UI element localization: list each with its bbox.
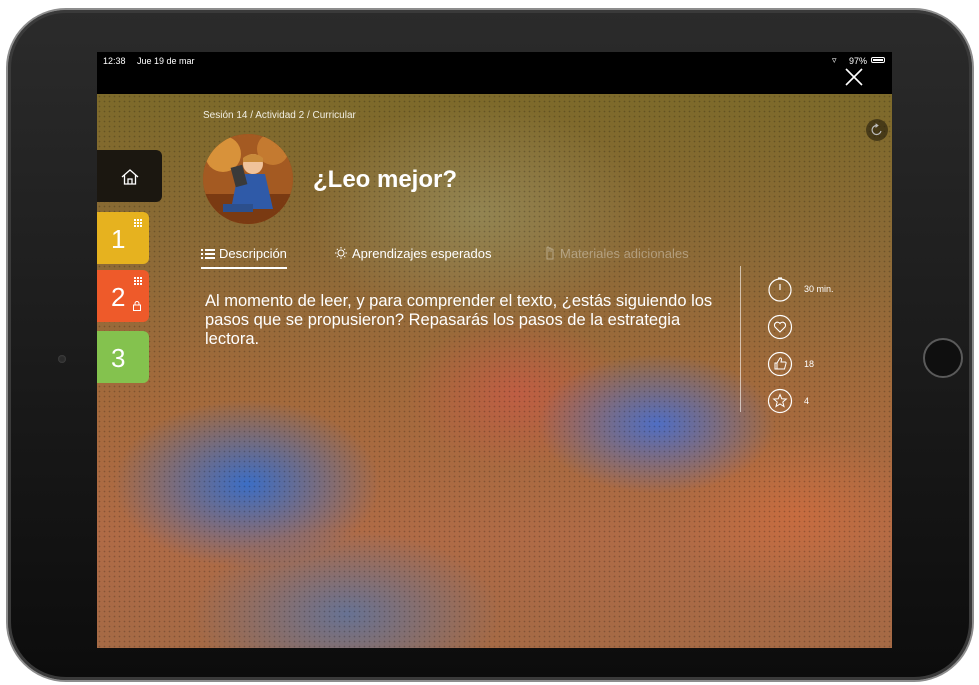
- tab-descripcion[interactable]: Descripción: [201, 246, 287, 269]
- duration-stat: 30 min.: [767, 276, 887, 302]
- status-time: 12:38: [103, 56, 126, 66]
- sidebar-item-label: 3: [111, 343, 126, 373]
- battery-icon: [871, 57, 885, 63]
- activity-thumbnail: [203, 134, 293, 224]
- activity-panel: Sesión 14 / Actividad 2 / Curricular 1 2: [97, 94, 892, 648]
- likes-stat[interactable]: 18: [767, 351, 887, 377]
- heart-icon: [767, 314, 793, 340]
- home-icon: [121, 169, 139, 185]
- tab-aprendizajes[interactable]: Aprendizajes esperados: [334, 246, 491, 261]
- divider: [740, 266, 741, 412]
- stars-count: 4: [804, 396, 810, 406]
- sidebar-item-3[interactable]: 3: [97, 331, 149, 383]
- lightbulb-icon: [335, 247, 347, 259]
- sidebar-item-label: 1: [111, 224, 126, 254]
- tab-label: Descripción: [219, 246, 287, 261]
- activity-title: ¿Leo mejor?: [313, 166, 458, 193]
- lock-icon: [133, 301, 141, 311]
- wifi-icon: ▿: [832, 55, 837, 65]
- sidebar-home[interactable]: [97, 150, 162, 202]
- tab-materiales[interactable]: Materiales adicionales: [544, 246, 689, 261]
- duration-value: 30 min.: [804, 284, 834, 294]
- battery-percent: 97%: [849, 56, 868, 66]
- tab-label: Materiales adicionales: [560, 246, 689, 261]
- front-camera: [58, 355, 66, 363]
- sidebar-item-label: 2: [111, 282, 126, 312]
- star-icon: [767, 388, 793, 414]
- thumbs-up-icon: [767, 351, 793, 377]
- favorite-stat[interactable]: [767, 314, 887, 340]
- status-date: Jue 19 de mar: [137, 56, 195, 66]
- activity-description: Al momento de leer, y para comprender el…: [205, 292, 713, 348]
- device-home-button[interactable]: [923, 338, 963, 378]
- breadcrumb: Sesión 14 / Actividad 2 / Curricular: [203, 110, 356, 121]
- hand-icon: [546, 246, 554, 260]
- stars-stat[interactable]: 4: [767, 388, 887, 414]
- sidebar-item-2[interactable]: 2: [97, 270, 149, 322]
- reload-icon[interactable]: [866, 119, 888, 141]
- stopwatch-icon: [768, 277, 792, 302]
- tab-label: Aprendizajes esperados: [352, 246, 492, 261]
- sidebar-item-1[interactable]: 1: [97, 212, 149, 264]
- grid-icon: [134, 219, 142, 227]
- likes-count: 18: [804, 359, 815, 369]
- screen: 12:38 Jue 19 de mar ▿ 97% Sesión 14 / Ac…: [97, 52, 892, 648]
- grid-icon: [134, 277, 142, 285]
- close-icon[interactable]: [843, 66, 865, 88]
- list-icon: [201, 249, 215, 259]
- status-bar: 12:38 Jue 19 de mar ▿ 97%: [97, 52, 892, 94]
